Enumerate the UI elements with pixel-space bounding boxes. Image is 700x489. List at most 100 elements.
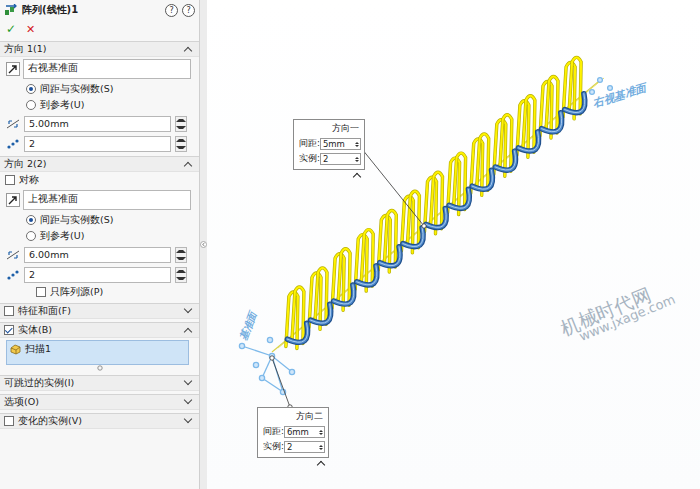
help-icon[interactable]: ?	[182, 4, 195, 17]
count-row: 2	[0, 133, 199, 153]
linear-pattern-icon	[4, 4, 18, 16]
chevron-icon[interactable]	[184, 305, 192, 313]
section-title: 方向 1(1)	[4, 43, 181, 56]
section-header[interactable]: 可跳过的实例(I)	[0, 375, 199, 391]
section-title: 实体(B)	[18, 324, 181, 337]
section-title: 特征和面(F)	[18, 305, 181, 318]
chevron-icon[interactable]	[184, 415, 192, 423]
option-label: 到参考(U)	[40, 230, 84, 243]
callout-label: 间距:	[263, 426, 284, 438]
checkbox-label: 只阵列源(P)	[50, 286, 103, 299]
spin-buttons[interactable]	[355, 157, 359, 162]
reference-value: 上视基准面	[28, 193, 78, 206]
count-input[interactable]: 2	[24, 136, 171, 152]
collapse-handle-icon	[200, 240, 207, 249]
callout-input[interactable]: 2	[284, 441, 325, 453]
section-header[interactable]: 变化的实例(V)	[0, 413, 199, 429]
checkbox-row[interactable]: 只阵列源(P)	[0, 284, 199, 300]
section-checkbox[interactable]	[4, 325, 14, 335]
spacing-input[interactable]: 5.00mm	[24, 116, 171, 132]
plane-label: 右视基准面	[591, 81, 648, 111]
section-header[interactable]: 实体(B)	[0, 322, 199, 338]
section-header[interactable]: 特征和面(F)	[0, 303, 199, 319]
spin-buttons[interactable]	[175, 267, 187, 283]
callout[interactable]: 方向二间距:6mm实例:2	[257, 407, 329, 458]
chevron-icon[interactable]	[184, 377, 192, 385]
section-checkbox[interactable]	[4, 416, 14, 426]
body-item[interactable]: 扫描1	[10, 343, 185, 356]
solid-body-icon	[10, 344, 21, 355]
spin-buttons[interactable]	[355, 142, 359, 147]
spin-buttons[interactable]	[319, 445, 323, 450]
callout-title: 方向一	[299, 123, 361, 135]
graphics-viewport[interactable]: 右视基准面基准面机械时代网www.jxage.com方向一间距:5mm实例:2方…	[207, 0, 700, 489]
callout[interactable]: 方向一间距:5mm实例:2	[293, 119, 365, 170]
checkbox[interactable]	[36, 287, 46, 297]
count-input[interactable]: 2	[24, 267, 171, 283]
count-value: 2	[29, 269, 35, 280]
collapse-chevron-icon[interactable]	[317, 461, 325, 469]
resize-handle[interactable]	[0, 365, 199, 372]
reference-value: 右视基准面	[28, 62, 78, 75]
spacing-value: 5.00mm	[29, 118, 69, 129]
spacing-value: 6.00mm	[29, 249, 69, 260]
cancel-icon[interactable]: ✕	[26, 23, 35, 36]
direction-field: 右视基准面	[0, 57, 199, 81]
mode-option[interactable]: 间距与实例数(S)	[0, 81, 199, 97]
radio-button[interactable]	[26, 215, 36, 225]
radio-button[interactable]	[26, 84, 36, 94]
callout-row: 间距:6mm	[263, 426, 325, 438]
grip-icon	[97, 365, 103, 371]
spin-buttons[interactable]	[175, 116, 187, 132]
instances-icon	[6, 138, 20, 150]
checkbox[interactable]	[5, 175, 15, 185]
spacing-input[interactable]: 6.00mm	[24, 247, 171, 263]
chevron-icon[interactable]	[184, 328, 192, 336]
body-label: 扫描1	[25, 343, 51, 356]
option-label: 到参考(U)	[40, 99, 84, 112]
option-label: 间距与实例数(S)	[40, 214, 113, 227]
reference-box[interactable]: 右视基准面	[23, 59, 191, 79]
chevron-icon[interactable]	[184, 47, 192, 55]
callout-label: 实例:	[263, 441, 284, 453]
spin-buttons[interactable]	[175, 247, 187, 263]
mode-option[interactable]: 间距与实例数(S)	[0, 212, 199, 228]
section-title: 方向 2(2)	[4, 158, 181, 171]
section-checkbox[interactable]	[4, 306, 14, 316]
callout-input[interactable]: 6mm	[284, 426, 325, 438]
panel-splitter[interactable]	[200, 0, 207, 489]
callout-value: 5mm	[323, 139, 345, 149]
section-header[interactable]: 方向 2(2)	[0, 156, 199, 172]
mode-option[interactable]: 到参考(U)	[0, 228, 199, 244]
feature-title: 阵列(线性)1	[22, 3, 78, 17]
section-header[interactable]: 选项(O)	[0, 394, 199, 410]
callout-input[interactable]: 2	[320, 153, 361, 165]
spin-buttons[interactable]	[319, 430, 323, 435]
checkbox-label: 对称	[19, 174, 39, 187]
spin-buttons[interactable]	[175, 136, 187, 152]
section-title: 可跳过的实例(I)	[4, 377, 181, 390]
callout-label: 实例:	[299, 153, 320, 165]
radio-button[interactable]	[26, 100, 36, 110]
count-row: 2	[0, 264, 199, 284]
callout-input[interactable]: 5mm	[320, 138, 361, 150]
reference-box[interactable]: 上视基准面	[23, 190, 191, 210]
callout-label: 间距:	[299, 138, 320, 150]
radio-button[interactable]	[26, 231, 36, 241]
direction-field: 上视基准面	[0, 188, 199, 212]
instances-icon	[6, 269, 20, 281]
collapse-chevron-icon[interactable]	[353, 173, 361, 181]
section-header[interactable]: 方向 1(1)	[0, 41, 199, 57]
chevron-icon[interactable]	[184, 396, 192, 404]
direction-arrow-icon	[6, 193, 20, 207]
checkbox-row[interactable]: 对称	[0, 172, 199, 188]
plane-label: 基准面	[237, 310, 260, 343]
callout-row: 实例:2	[263, 441, 325, 453]
chevron-icon[interactable]	[184, 162, 192, 170]
mode-option[interactable]: 到参考(U)	[0, 97, 199, 113]
ok-icon[interactable]: ✓	[6, 22, 16, 36]
bodies-list[interactable]: 扫描1	[6, 340, 189, 365]
property-manager: 阵列(线性)1?? ✓ ✕ 方向 1(1) 右视基准面间距与实例数(S) 到参考(U) 5.…	[0, 0, 200, 489]
help-icon[interactable]: ?	[165, 4, 178, 17]
callout-row: 间距:5mm	[299, 138, 361, 150]
